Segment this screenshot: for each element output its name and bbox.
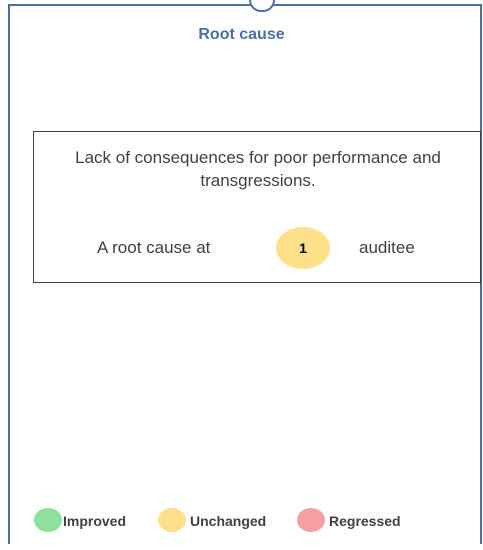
regressed-dot-icon [297,508,325,532]
root-cause-prefix: A root cause at [97,238,211,257]
legend-label-regressed: Regressed [329,513,401,529]
unchanged-dot-icon [158,508,186,532]
connector-notch [249,0,275,12]
auditee-count-badge: 1 [276,227,330,269]
root-cause-description: Lack of consequences for poor performanc… [75,148,441,190]
improved-dot-icon [34,508,62,532]
legend-label-unchanged: Unchanged [190,513,267,529]
root-cause-box: Lack of consequences for poor performanc… [33,131,481,283]
panel-title: Root cause [198,26,285,43]
root-cause-suffix: auditee [359,238,415,257]
legend-label-improved: Improved [63,513,127,529]
